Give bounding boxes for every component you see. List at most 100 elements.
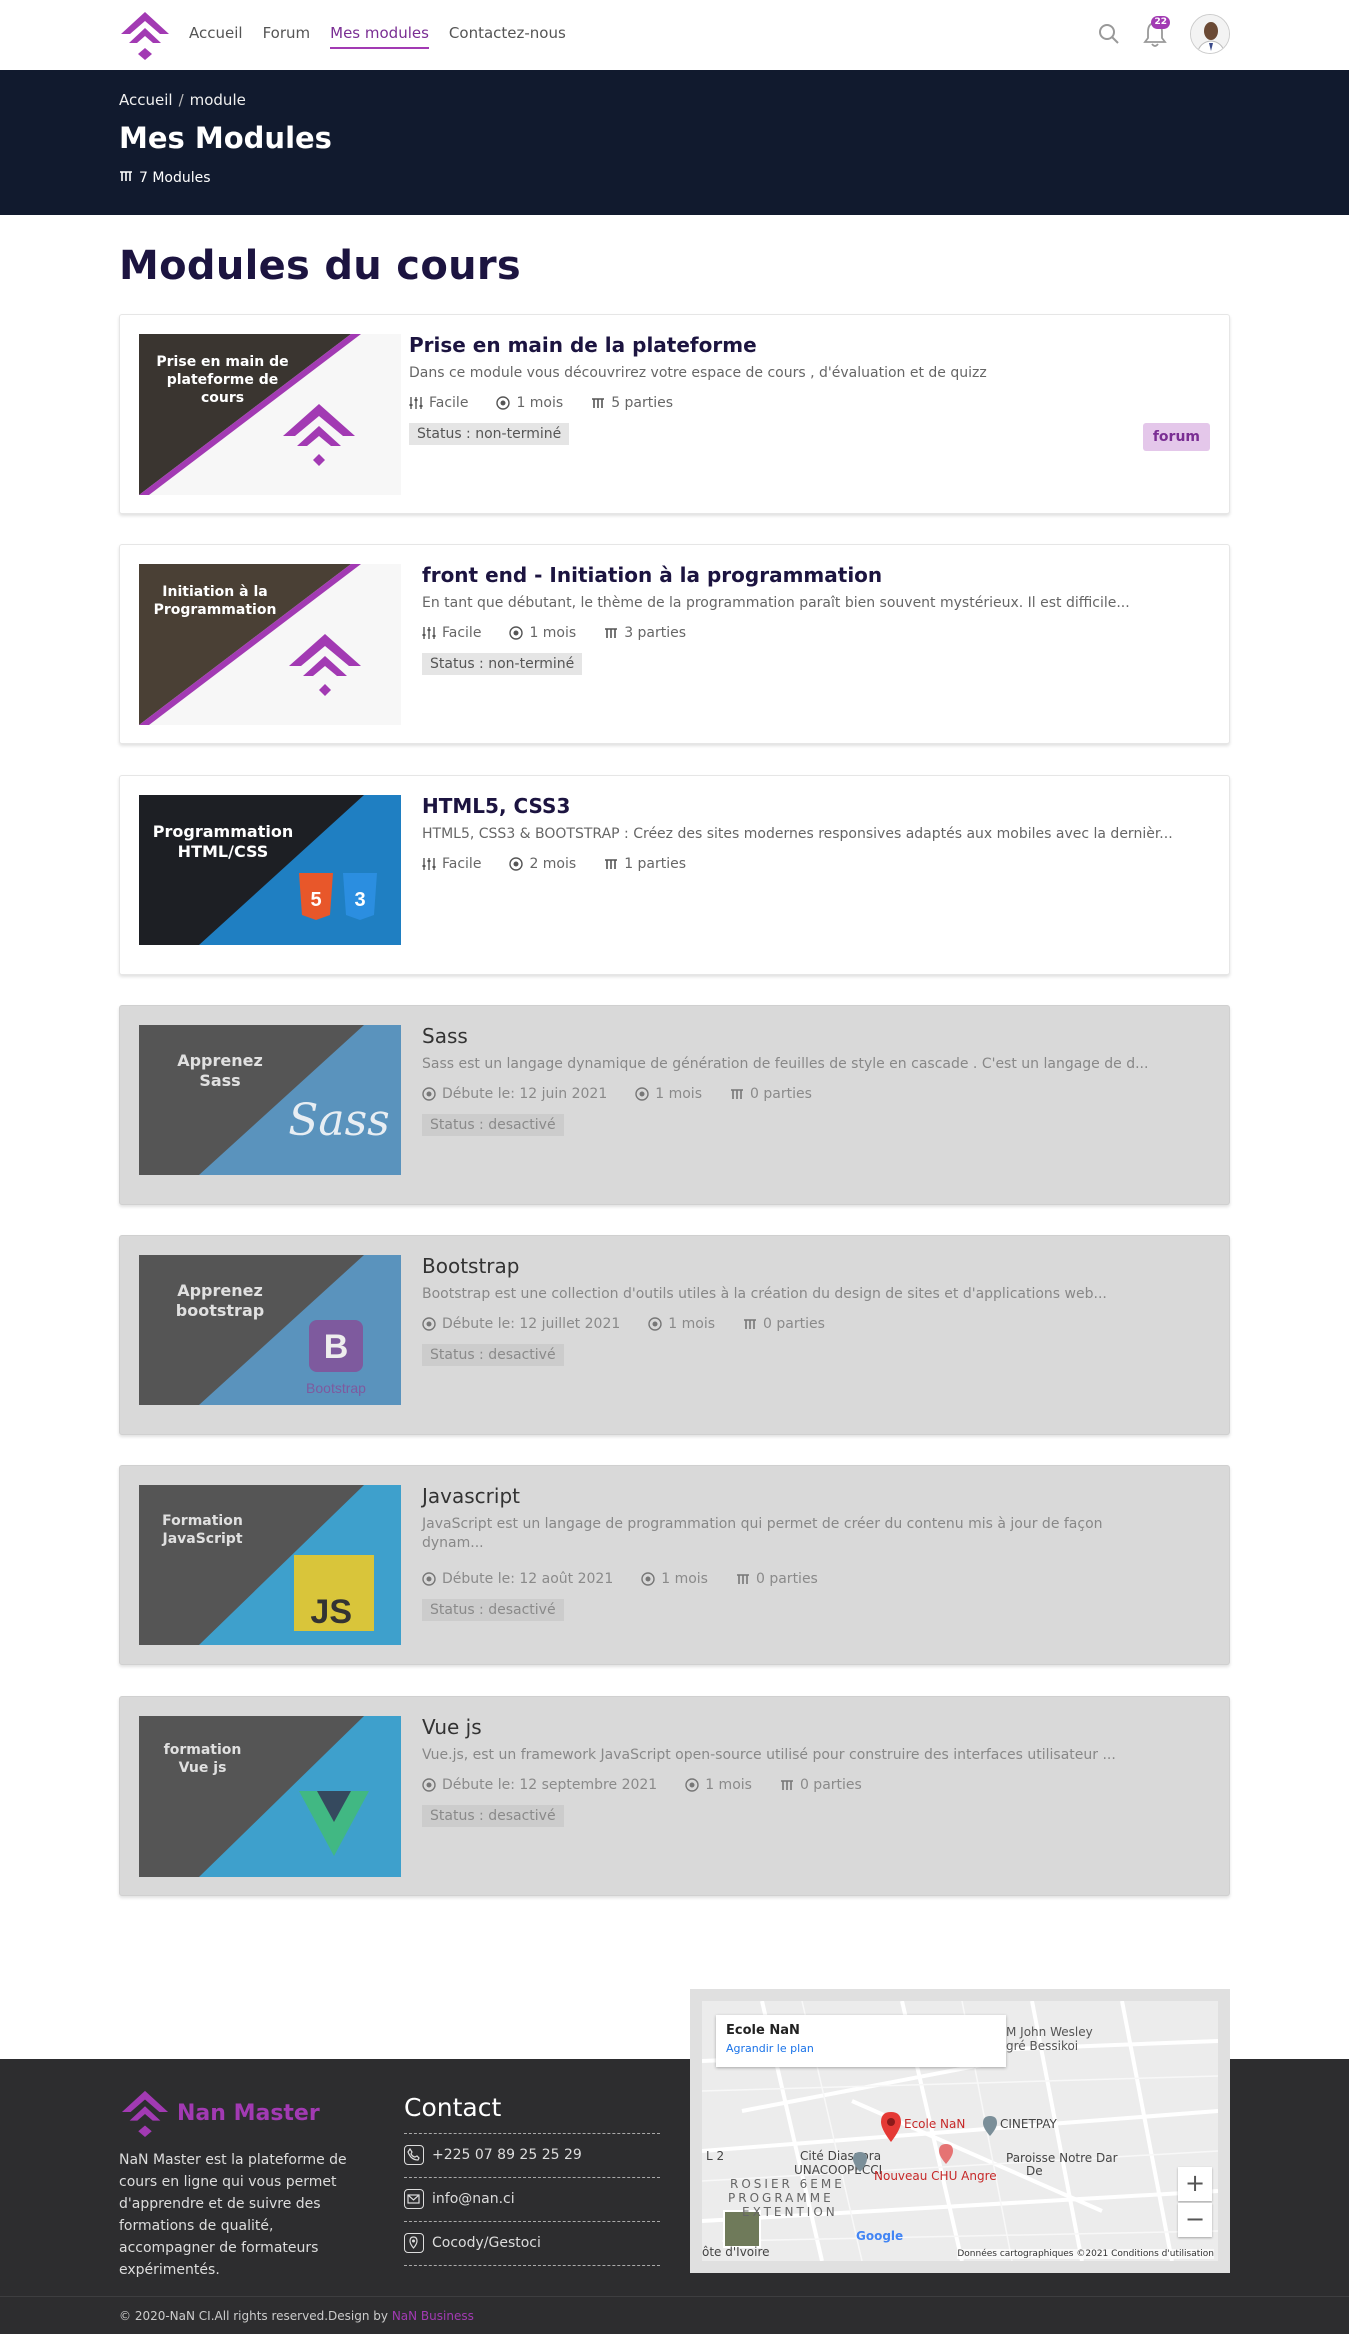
breadcrumb-home[interactable]: Accueil (119, 91, 173, 109)
duration-meta: 1 mois (685, 1777, 752, 1793)
contact-phone[interactable]: +225 07 89 25 25 29 (404, 2145, 582, 2165)
location-map[interactable]: Ecole NaN Agrandir le plan M John Wesley… (690, 1989, 1230, 2273)
logo-icon[interactable] (119, 10, 171, 60)
module-description: HTML5, CSS3 & BOOTSTRAP : Créez des site… (422, 826, 1173, 842)
map-infobox: Ecole NaN Agrandir le plan (716, 2015, 1006, 2067)
module-card[interactable]: B Bootstrap Apprenez bootstrap Bootstrap… (119, 1235, 1230, 1435)
map-attribution[interactable]: Données cartographiques ©2021 Conditions… (957, 2249, 1214, 2259)
nav-actions: 22 (1098, 14, 1230, 54)
footer-about: NaN Master est la plateforme de cours en… (119, 2152, 347, 2278)
nav-link-accueil[interactable]: Accueil (189, 24, 243, 49)
avatar[interactable] (1190, 14, 1230, 54)
section-title: Modules du cours (119, 243, 522, 289)
thumbnail-logo: JS (310, 1593, 352, 1631)
clock-icon (422, 1317, 436, 1331)
forum-button[interactable]: forum (1142, 423, 1210, 451)
hospital-icon (938, 2143, 954, 2169)
module-title[interactable]: HTML5, CSS3 (422, 794, 570, 818)
parts-meta: 0 parties (736, 1571, 818, 1587)
status-badge: Status : desactivé (422, 1805, 564, 1827)
duration-text: 1 mois (668, 1316, 716, 1332)
duration-text: 1 mois (516, 395, 564, 411)
level-text: Facile (429, 395, 469, 411)
contact-address[interactable]: Cocody/Gestoci (404, 2233, 541, 2253)
parts-text: 0 parties (799, 1777, 862, 1793)
duration-meta: 2 mois (509, 856, 576, 872)
module-card[interactable]: Initiation à la Programmation front end … (119, 544, 1230, 744)
module-meta: Débute le: 12 août 2021 1 mois 0 parties (422, 1571, 818, 1587)
contact-email-text: info@nan.ci (432, 2191, 515, 2207)
parts-text: 0 parties (750, 1086, 812, 1102)
module-title[interactable]: Vue js (422, 1715, 482, 1739)
zoom-out-button[interactable]: − (1178, 2203, 1212, 2237)
nav-links: Accueil Forum Mes modules Contactez-nous (189, 24, 566, 49)
nav-link-mes-modules[interactable]: Mes modules (330, 24, 429, 49)
clock-icon (422, 1087, 436, 1101)
start-text: Débute le: 12 juin 2021 (442, 1086, 608, 1102)
parts-meta: 1 parties (604, 856, 686, 872)
level-icon (422, 627, 436, 639)
logo-icon (121, 2090, 169, 2137)
module-title[interactable]: Prise en main de la plateforme (409, 333, 757, 357)
clock-icon (635, 1087, 649, 1101)
copyright-text: © 2020-NaN CI.All rights reserved.Design… (119, 2309, 392, 2323)
status-badge: Status : desactivé (422, 1344, 564, 1366)
map-enlarge-link[interactable]: Agrandir le plan (726, 2042, 996, 2055)
module-title[interactable]: Bootstrap (422, 1254, 519, 1278)
footer-brand-name: Nan Master (177, 2100, 320, 2126)
notification-badge: 22 (1151, 16, 1170, 29)
map-label: UNACOOPECCI (794, 2163, 883, 2177)
map-canvas[interactable]: Ecole NaN Agrandir le plan M John Wesley… (702, 2001, 1218, 2261)
module-meta: Débute le: 12 juillet 2021 1 mois 0 part… (422, 1316, 825, 1332)
clock-icon (509, 626, 524, 640)
module-card[interactable]: formation Vue js Vue js Vue.js, est un f… (119, 1696, 1230, 1896)
module-title[interactable]: Sass (422, 1024, 468, 1048)
parts-icon (605, 859, 618, 869)
google-logo: Google (856, 2229, 904, 2243)
location-icon (404, 2233, 424, 2253)
module-description: En tant que débutant, le thème de la pro… (422, 595, 1130, 611)
module-description: Dans ce module vous découvrirez votre es… (409, 365, 987, 381)
start-text: Débute le: 12 septembre 2021 (442, 1777, 658, 1793)
nav-link-contact[interactable]: Contactez-nous (449, 24, 566, 49)
parts-meta: 0 parties (780, 1777, 862, 1793)
breadcrumb: Accueil / module (119, 91, 246, 109)
module-description: JavaScript est un langage de programmati… (422, 1516, 1103, 1551)
clock-icon (641, 1572, 655, 1586)
module-card[interactable]: Sass Apprenez Sass Sass Sass est un lang… (119, 1005, 1230, 1205)
thumbnail-logo: B (324, 1328, 349, 1366)
thumbnail-caption: formation Vue js (163, 1742, 242, 1776)
duration-meta: 1 mois (509, 625, 576, 641)
divider (404, 2221, 660, 2222)
module-title[interactable]: Javascript (422, 1484, 520, 1508)
nav-link-forum[interactable]: Forum (263, 24, 311, 49)
map-label: ROSIER 6EME (730, 2177, 845, 2191)
module-title[interactable]: front end - Initiation à la programmatio… (422, 563, 882, 587)
breadcrumb-current: module (189, 91, 246, 109)
parts-icon (780, 1780, 793, 1790)
module-meta: Débute le: 12 septembre 2021 1 mois 0 pa… (422, 1777, 862, 1793)
parts-text: 5 parties (611, 395, 674, 411)
copyright-link[interactable]: NaN Business (392, 2309, 474, 2323)
parts-icon (744, 1319, 757, 1329)
parts-text: 3 parties (624, 625, 687, 641)
module-card[interactable]: Prise en main de plateforme de cours Pri… (119, 314, 1230, 514)
map-label: PROGRAMME (728, 2191, 834, 2205)
duration-text: 1 mois (705, 1777, 752, 1793)
bell-icon[interactable]: 22 (1142, 16, 1170, 48)
status-badge: Status : desactivé (422, 1599, 564, 1621)
module-card[interactable]: JS Formation JavaScript Javascript JavaS… (119, 1465, 1230, 1665)
contact-phone-text: +225 07 89 25 25 29 (432, 2147, 582, 2163)
divider (404, 2265, 660, 2266)
contact-email[interactable]: info@nan.ci (404, 2189, 515, 2209)
zoom-in-button[interactable]: + (1178, 2167, 1212, 2201)
search-icon[interactable] (1098, 23, 1120, 45)
module-description: Vue.js, est un framework JavaScript open… (422, 1747, 1116, 1763)
level-text: Facile (442, 625, 482, 641)
duration-text: 1 mois (529, 625, 577, 641)
start-text: Débute le: 12 juillet 2021 (442, 1316, 621, 1332)
map-pin-icon[interactable] (880, 2111, 902, 2147)
breadcrumb-separator: / (178, 91, 184, 109)
parts-icon (592, 398, 605, 408)
module-card[interactable]: 53 Programmation HTML/CSS HTML5, CSS3 HT… (119, 775, 1230, 975)
